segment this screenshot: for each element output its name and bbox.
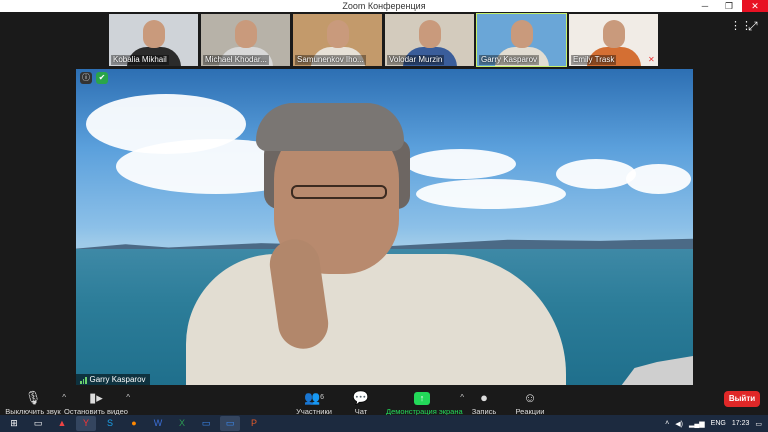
connection-signal-icon [80,376,87,384]
encryption-shield-icon[interactable]: ✔ [96,72,108,84]
windows-start-icon[interactable]: ⊞ [4,416,24,431]
participant-name: Emily Trask [571,55,617,65]
zoom-meeting-window: Kobalia Mikhail Michael Khodar... Samune… [0,12,768,427]
chat-icon: 💬 [352,390,370,405]
cloud-shape [626,164,691,194]
participant-thumbnail-active-speaker[interactable]: Garry Kasparov [476,13,567,67]
participant-name: Kobalia Mikhail [111,55,169,65]
system-tray: ˄ ◀) ▂▄▆ ENG 17:23 ▭ [665,415,768,432]
chat-button[interactable]: 💬 Чат [349,389,373,417]
reactions-button[interactable]: ☺ Реакции [514,389,546,417]
video-options-caret-icon[interactable]: ^ [126,393,130,402]
clock[interactable]: 17:23 [732,420,750,427]
pdf-reader-icon[interactable]: ▲ [52,416,72,431]
meeting-info-icon[interactable]: ⓘ [80,72,92,84]
participants-button[interactable]: 👥6 Участники [293,389,335,417]
speaker-figure [186,99,566,386]
record-button[interactable]: ● Запись [470,389,498,417]
leave-meeting-button[interactable]: Выйти [724,391,760,407]
volume-icon[interactable]: ◀) [675,420,683,428]
minimize-button[interactable]: ─ [694,0,716,12]
participants-count: 6 [320,394,325,401]
participant-name: Samunenkov Iho... [295,55,366,65]
reactions-icon: ☺ [523,390,537,405]
participant-thumbnail[interactable]: Samunenkov Iho... [293,14,382,66]
participant-thumbnail[interactable]: Michael Khodar... [201,14,290,66]
window-title: Zoom Конференция [342,1,426,11]
share-options-caret-icon[interactable]: ^ [460,393,464,402]
active-speaker-video: ⓘ ✔ Garry Kasparov [76,69,693,386]
excel-icon[interactable]: X [172,416,192,431]
cloud-shape [556,159,636,189]
share-screen-icon: ↑ [414,392,430,405]
window-titlebar: Zoom Конференция ─ ❐ ✕ [0,0,768,12]
tray-chevron-icon[interactable]: ˄ [665,420,669,427]
fullscreen-icon[interactable]: ⤢ [748,20,760,32]
firefox-icon[interactable]: ● [124,416,144,431]
yandex-browser-icon[interactable]: Y [76,416,96,431]
mic-muted-icon: ✕ [648,55,655,64]
gallery-view-icon[interactable]: ⋮⋮ [730,20,752,32]
file-explorer-icon[interactable]: ▭ [28,416,48,431]
participant-name: Garry Kasparov [479,55,540,65]
zoom-meeting-taskbar-icon[interactable]: ▭ [220,416,240,431]
camera-icon: ▮▸ [89,390,103,405]
skype-icon[interactable]: S [100,416,120,431]
participant-thumbnail-strip: Kobalia Mikhail Michael Khodar... Samune… [109,13,658,67]
stop-video-button[interactable]: ▮▸ Остановить видео ^ [64,389,130,417]
powerpoint-icon[interactable]: P [244,416,264,431]
mute-button[interactable]: 🎙 Выключить звук ^ [4,389,66,417]
windows-taskbar: ⊞ ▭ ▲ Y S ● W X ▭ ▭ P ˄ ◀) ▂▄▆ ENG 17:23… [0,415,768,432]
participant-thumbnail[interactable]: Volodar Murzin [385,14,474,66]
close-button[interactable]: ✕ [742,0,768,12]
participants-icon: 👥 [303,390,321,405]
word-icon[interactable]: W [148,416,168,431]
microphone-icon: 🎙 [24,390,42,405]
participant-thumbnail[interactable]: Kobalia Mikhail [109,14,198,66]
record-icon: ● [480,390,488,405]
participant-name: Michael Khodar... [203,55,269,65]
notifications-icon[interactable]: ▭ [755,420,762,428]
language-indicator[interactable]: ENG [711,420,726,427]
network-icon[interactable]: ▂▄▆ [689,420,705,428]
participant-name: Volodar Murzin [387,55,445,65]
zoom-app-icon[interactable]: ▭ [196,416,216,431]
participant-thumbnail[interactable]: Emily Trask ✕ [569,14,658,66]
restore-button[interactable]: ❐ [718,0,740,12]
share-screen-button[interactable]: ↑ Демонстрация экрана ^ [386,389,464,417]
